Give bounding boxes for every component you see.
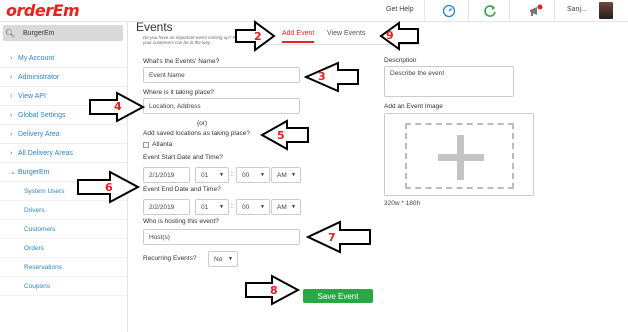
annotation-number-3: 3 — [318, 70, 326, 83]
annotation-arrow-7 — [305, 220, 371, 254]
annotation-arrow-5 — [259, 119, 309, 151]
annotation-arrow-3 — [303, 61, 359, 93]
annotation-number-7: 7 — [328, 231, 336, 244]
annotation-number-6: 6 — [105, 181, 113, 194]
annotation-number-8: 8 — [270, 284, 278, 297]
annotation-number-5: 5 — [277, 129, 285, 142]
annotation-number-9: 9 — [386, 29, 394, 42]
annotation-number-4: 4 — [114, 100, 122, 113]
annotation-arrows — [77, 20, 419, 306]
annotation-number-2: 2 — [254, 30, 262, 43]
